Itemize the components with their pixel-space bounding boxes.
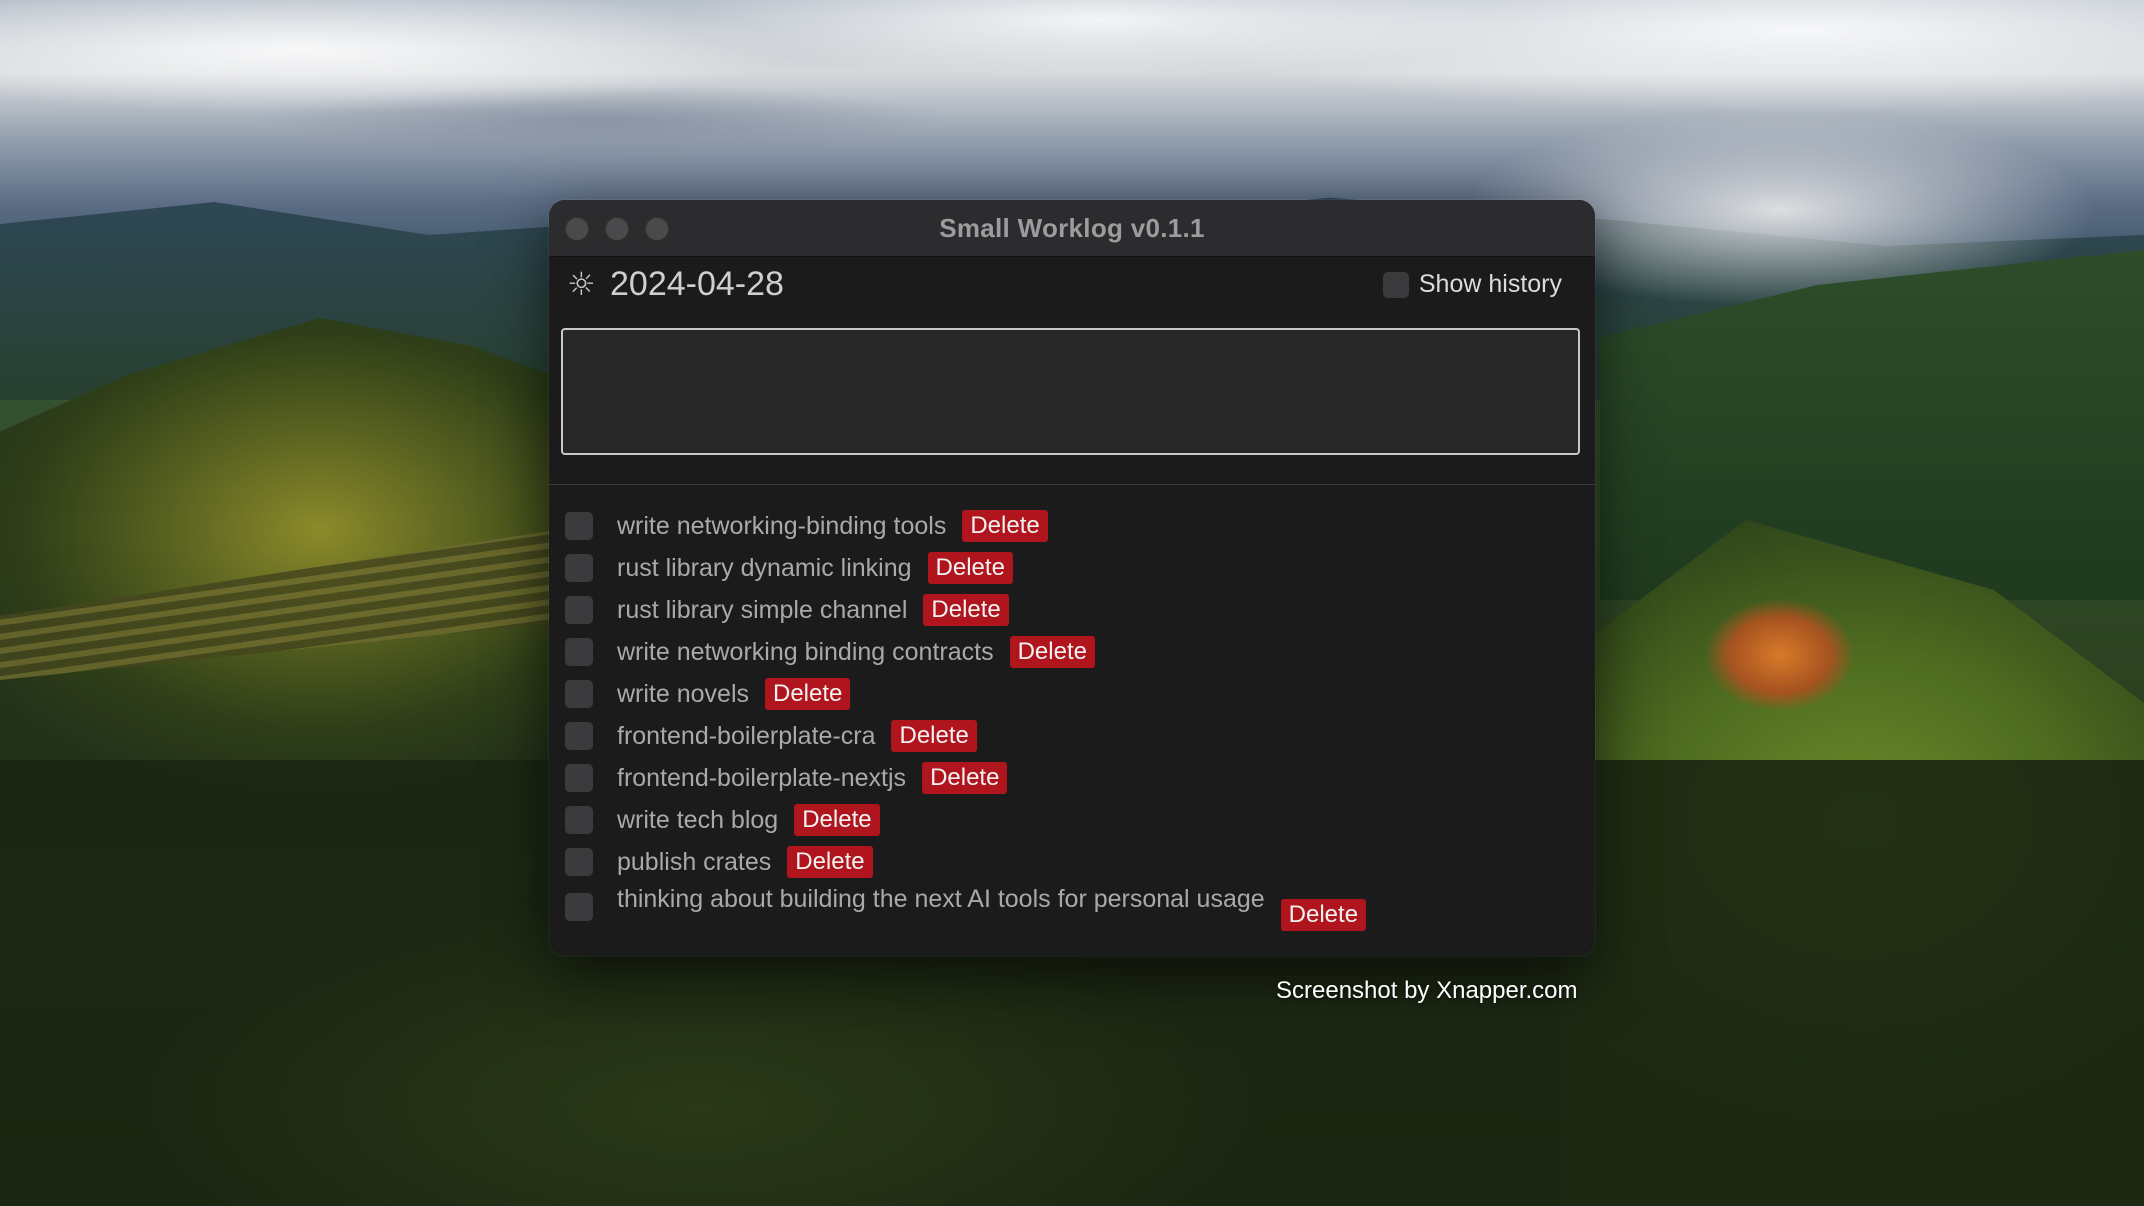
task-checkbox[interactable] bbox=[565, 806, 593, 834]
task-input[interactable] bbox=[563, 330, 1578, 453]
task-item: write networking-binding tools Delete bbox=[565, 505, 1579, 547]
task-checkbox[interactable] bbox=[565, 764, 593, 792]
show-history-checkbox[interactable] bbox=[1382, 271, 1409, 298]
task-label: thinking about building the next AI tool… bbox=[617, 885, 1265, 913]
task-label: frontend-boilerplate-nextjs bbox=[617, 763, 907, 792]
task-checkbox[interactable] bbox=[565, 680, 593, 708]
task-checkbox[interactable] bbox=[565, 893, 593, 921]
task-checkbox[interactable] bbox=[565, 848, 593, 876]
watermark: Screenshot by Xnapper.com bbox=[1276, 977, 1578, 1004]
show-history-toggle[interactable]: Show history bbox=[1382, 270, 1562, 299]
task-item: write tech blog Delete bbox=[565, 799, 1579, 841]
task-list: write networking-binding tools Delete rust… bbox=[565, 505, 1579, 937]
task-checkbox[interactable] bbox=[565, 638, 593, 666]
task-input-box bbox=[561, 328, 1580, 455]
delete-task-button[interactable]: Delete bbox=[765, 678, 851, 710]
task-label: rust library simple channel bbox=[617, 595, 908, 624]
task-item: frontend-boilerplate-nextjs Delete bbox=[565, 757, 1579, 799]
app-window: Small Worklog v0.1.1 ☼ 2024-04-28 Show h… bbox=[549, 200, 1595, 956]
delete-task-button[interactable]: Delete bbox=[891, 720, 977, 752]
task-label: write tech blog bbox=[617, 805, 779, 834]
task-item: rust library dynamic linking Delete bbox=[565, 547, 1579, 589]
task-label: write networking-binding tools bbox=[617, 511, 947, 540]
current-date: 2024-04-28 bbox=[610, 265, 784, 303]
task-checkbox[interactable] bbox=[565, 722, 593, 750]
task-checkbox[interactable] bbox=[565, 596, 593, 624]
task-item: thinking about building the next AI tool… bbox=[565, 883, 1579, 937]
close-window-button[interactable] bbox=[565, 217, 589, 241]
divider bbox=[549, 484, 1595, 485]
delete-task-button[interactable]: Delete bbox=[962, 510, 1048, 542]
task-label: frontend-boilerplate-cra bbox=[617, 721, 876, 750]
delete-task-button[interactable]: Delete bbox=[922, 762, 1008, 794]
title-bar[interactable]: Small Worklog v0.1.1 bbox=[549, 200, 1595, 257]
zoom-window-button[interactable] bbox=[645, 217, 669, 241]
delete-task-button[interactable]: Delete bbox=[1280, 899, 1367, 931]
delete-task-button[interactable]: Delete bbox=[787, 846, 873, 878]
window-title: Small Worklog v0.1.1 bbox=[939, 212, 1205, 243]
wallpaper-autumn-tree bbox=[1680, 580, 1880, 730]
delete-task-button[interactable]: Delete bbox=[794, 804, 880, 836]
task-label: publish crates bbox=[617, 847, 772, 876]
delete-task-button[interactable]: Delete bbox=[927, 552, 1013, 584]
task-label: write novels bbox=[617, 679, 749, 708]
date-header: ☼ 2024-04-28 Show history bbox=[549, 257, 1595, 313]
task-item: rust library simple channel Delete bbox=[565, 589, 1579, 631]
task-label: rust library dynamic linking bbox=[617, 553, 912, 582]
task-item: publish crates Delete bbox=[565, 841, 1579, 883]
window-controls bbox=[565, 217, 669, 241]
show-history-label: Show history bbox=[1418, 270, 1562, 298]
task-checkbox[interactable] bbox=[565, 554, 593, 582]
task-item: write novels Delete bbox=[565, 673, 1579, 715]
task-item: write networking binding contracts Delete bbox=[565, 631, 1579, 673]
delete-task-button[interactable]: Delete bbox=[923, 594, 1009, 626]
task-label: write networking binding contracts bbox=[617, 637, 994, 666]
delete-task-button[interactable]: Delete bbox=[1009, 636, 1095, 668]
task-item: frontend-boilerplate-cra Delete bbox=[565, 715, 1579, 757]
sun-icon[interactable]: ☼ bbox=[567, 265, 596, 303]
task-checkbox[interactable] bbox=[565, 512, 593, 540]
minimize-window-button[interactable] bbox=[605, 217, 629, 241]
